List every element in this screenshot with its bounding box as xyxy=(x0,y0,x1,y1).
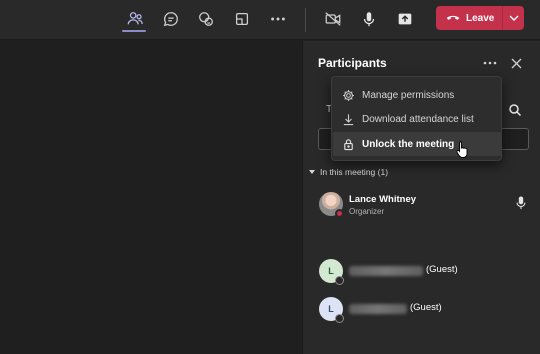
menu-item-label: Manage permissions xyxy=(362,89,455,101)
gear-icon xyxy=(343,89,354,101)
share-tray-icon xyxy=(398,13,412,25)
menu-item-manage-permissions[interactable]: Manage permissions xyxy=(333,83,502,107)
section-label: In this meeting (1) xyxy=(320,167,389,177)
mic-icon xyxy=(516,196,526,210)
panel-more-button[interactable] xyxy=(481,55,499,71)
menu-item-label: Unlock the meeting xyxy=(362,138,455,150)
participant-role: Organizer xyxy=(349,207,385,216)
status-busy-icon xyxy=(335,209,344,218)
status-offline-icon xyxy=(335,314,344,323)
participant-row[interactable]: L (Guest) xyxy=(317,259,537,287)
meeting-toolbar: Leave xyxy=(0,0,540,40)
menu-item-download-attendance[interactable]: Download attendance list xyxy=(333,107,502,131)
leave-label: Leave xyxy=(466,12,495,24)
leave-main-action[interactable]: Leave xyxy=(436,6,502,30)
more-icon xyxy=(483,61,497,65)
participants-button[interactable] xyxy=(121,6,149,32)
panel-close-button[interactable] xyxy=(508,55,524,71)
participant-row[interactable]: Lance Whitney Organizer xyxy=(317,192,537,220)
menu-item-unlock-meeting[interactable]: Unlock the meeting xyxy=(333,132,502,156)
chat-button[interactable] xyxy=(157,6,185,32)
status-offline-icon xyxy=(335,276,344,285)
more-actions-button[interactable] xyxy=(264,6,292,32)
hand-cursor-icon xyxy=(456,141,468,158)
menu-item-label: Download attendance list xyxy=(362,113,474,125)
meeting-stage xyxy=(0,41,302,354)
download-icon xyxy=(343,113,354,125)
mic-icon xyxy=(363,12,375,27)
toolbar-divider xyxy=(305,8,306,32)
active-tab-indicator xyxy=(122,30,146,32)
phone-hangup-icon xyxy=(446,15,460,20)
participant-name: Lance Whitney xyxy=(349,194,417,205)
share-content-button[interactable] xyxy=(391,6,419,32)
search-icon[interactable] xyxy=(508,103,522,117)
camera-off-icon xyxy=(325,12,341,26)
chevron-down-icon xyxy=(509,15,518,21)
participant-row[interactable]: L (Guest) xyxy=(317,297,537,325)
leave-button[interactable]: Leave xyxy=(436,6,524,30)
guest-label: (Guest) xyxy=(410,302,442,313)
guest-label: (Guest) xyxy=(426,264,458,275)
panel-title: Participants xyxy=(318,56,387,70)
mic-toggle-button[interactable] xyxy=(355,6,383,32)
redacted-name xyxy=(349,266,423,276)
more-icon xyxy=(271,17,285,21)
redacted-name xyxy=(349,304,407,314)
lock-icon xyxy=(344,138,353,150)
people-icon xyxy=(127,12,143,25)
leave-options-button[interactable] xyxy=(503,6,524,30)
chat-icon xyxy=(163,12,178,27)
share-screen-button[interactable] xyxy=(228,6,256,32)
participants-more-menu: Manage permissions Download attendance l… xyxy=(331,76,502,161)
reactions-icon xyxy=(199,12,213,26)
caret-down-icon xyxy=(309,170,315,174)
share-screen-icon xyxy=(235,12,249,26)
reactions-button[interactable] xyxy=(192,6,220,32)
close-icon xyxy=(511,58,521,68)
section-in-meeting[interactable]: In this meeting (1) xyxy=(309,167,388,177)
camera-toggle-button[interactable] xyxy=(319,6,347,32)
